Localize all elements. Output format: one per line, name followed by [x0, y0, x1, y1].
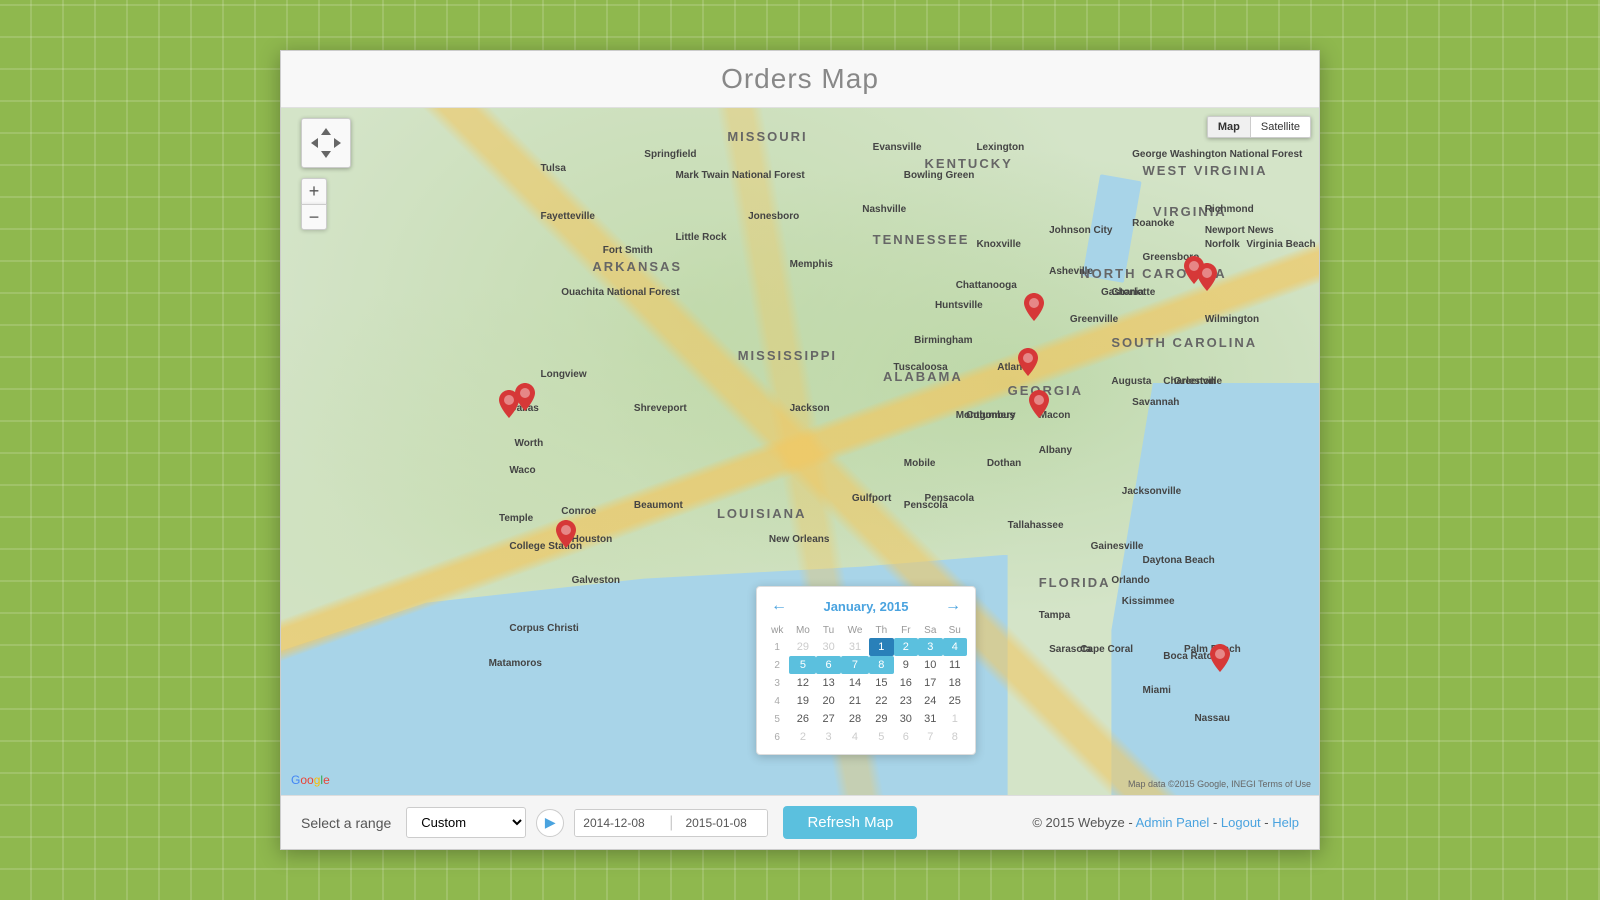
cal-day[interactable]: 29: [789, 638, 816, 656]
nav-arrows: [311, 128, 341, 158]
cal-day[interactable]: 7: [918, 728, 942, 746]
cal-day[interactable]: 5: [869, 728, 893, 746]
cal-day[interactable]: 21: [841, 692, 869, 710]
cal-week-num: 1: [765, 638, 789, 656]
map-area[interactable]: ARKANSASMISSISSIPPITENNESSEEALABAMAGEORG…: [281, 108, 1319, 795]
bottom-toolbar: Select a range CustomTodayLast 7 DaysLas…: [281, 795, 1319, 849]
nav-up-arrow[interactable]: [321, 128, 331, 135]
cal-day[interactable]: 23: [894, 692, 918, 710]
cal-day[interactable]: 3: [816, 728, 840, 746]
footer-sep1: -: [1213, 815, 1221, 830]
cal-week-num: 6: [765, 728, 789, 746]
map-pin-pin9[interactable]: [1210, 644, 1230, 672]
logout-link[interactable]: Logout: [1221, 815, 1261, 830]
cal-week-num: 5: [765, 710, 789, 728]
cal-day[interactable]: 2: [894, 638, 918, 656]
cal-day[interactable]: 1: [943, 710, 968, 728]
map-pin-pin3[interactable]: [556, 520, 576, 548]
cal-day[interactable]: 4: [841, 728, 869, 746]
map-pin-pin7[interactable]: [1018, 348, 1038, 376]
nav-right-arrow[interactable]: [334, 138, 341, 148]
cal-day[interactable]: 17: [918, 674, 942, 692]
page-title: Orders Map: [301, 63, 1299, 95]
map-type-map-button[interactable]: Map: [1208, 117, 1250, 137]
cal-day[interactable]: 5: [789, 656, 816, 674]
cal-day[interactable]: 14: [841, 674, 869, 692]
cal-day[interactable]: 27: [816, 710, 840, 728]
range-arrow-button[interactable]: ▶: [536, 809, 564, 837]
cal-day[interactable]: 31: [841, 638, 869, 656]
google-logo: Google: [291, 773, 330, 787]
map-type-satellite-button[interactable]: Satellite: [1250, 117, 1310, 137]
cal-day[interactable]: 28: [841, 710, 869, 728]
cal-day[interactable]: 31: [918, 710, 942, 728]
refresh-map-button[interactable]: Refresh Map: [783, 806, 917, 839]
cal-day[interactable]: 4: [943, 638, 968, 656]
cal-day[interactable]: 7: [841, 656, 869, 674]
cal-day[interactable]: 11: [943, 656, 968, 674]
cal-day[interactable]: 25: [943, 692, 968, 710]
calendar-overlay: ← January, 2015 → wkMoTuWeThFrSaSu129303…: [756, 586, 976, 755]
cal-day[interactable]: 22: [869, 692, 893, 710]
calendar-table: wkMoTuWeThFrSaSu129303112342567891011312…: [765, 623, 967, 746]
map-pin-pin2[interactable]: [515, 383, 535, 411]
range-select[interactable]: CustomTodayLast 7 DaysLast 30 DaysThis M…: [406, 807, 526, 838]
cal-day[interactable]: 6: [894, 728, 918, 746]
date-separator: |: [665, 814, 677, 832]
map-pin-pin4[interactable]: [1024, 293, 1044, 321]
map-nav-control[interactable]: [301, 118, 351, 168]
nav-left-arrow[interactable]: [311, 138, 318, 148]
cal-day[interactable]: 8: [943, 728, 968, 746]
map-credits: Map data ©2015 Google, INEGI Terms of Us…: [1128, 779, 1311, 789]
cal-day[interactable]: 30: [816, 638, 840, 656]
date-start-input[interactable]: [575, 810, 665, 836]
select-range-label: Select a range: [301, 815, 391, 831]
calendar-header: ← January, 2015 →: [765, 595, 967, 617]
cal-day[interactable]: 15: [869, 674, 893, 692]
map-pin-pin8[interactable]: [1029, 390, 1049, 418]
cal-day[interactable]: 18: [943, 674, 968, 692]
cal-day[interactable]: 26: [789, 710, 816, 728]
zoom-in-button[interactable]: +: [301, 178, 327, 204]
cal-day[interactable]: 19: [789, 692, 816, 710]
help-link[interactable]: Help: [1272, 815, 1299, 830]
cal-day[interactable]: 9: [894, 656, 918, 674]
admin-panel-link[interactable]: Admin Panel: [1136, 815, 1210, 830]
cal-day[interactable]: 29: [869, 710, 893, 728]
cal-day[interactable]: 16: [894, 674, 918, 692]
calendar-month-title: January, 2015: [823, 599, 908, 614]
map-type-control: Map Satellite: [1207, 116, 1311, 138]
footer-copyright: © 2015 Webyze -: [1032, 815, 1135, 830]
cal-day[interactable]: 8: [869, 656, 893, 674]
cal-day[interactable]: 30: [894, 710, 918, 728]
date-end-input[interactable]: [677, 810, 767, 836]
footer-links: © 2015 Webyze - Admin Panel - Logout - H…: [1032, 815, 1299, 830]
calendar-prev-button[interactable]: ←: [765, 595, 793, 617]
cal-day[interactable]: 6: [816, 656, 840, 674]
cal-day[interactable]: 3: [918, 638, 942, 656]
map-pin-pin6[interactable]: [1197, 263, 1217, 291]
cal-day[interactable]: 12: [789, 674, 816, 692]
cal-day[interactable]: 24: [918, 692, 942, 710]
title-bar: Orders Map: [281, 51, 1319, 108]
date-range-inputs: |: [574, 809, 768, 837]
cal-day[interactable]: 1: [869, 638, 893, 656]
cal-day[interactable]: 13: [816, 674, 840, 692]
cal-day[interactable]: 2: [789, 728, 816, 746]
cal-day[interactable]: 20: [816, 692, 840, 710]
calendar-next-button[interactable]: →: [939, 595, 967, 617]
cal-week-num: 4: [765, 692, 789, 710]
cal-week-num: 3: [765, 674, 789, 692]
zoom-controls: + −: [301, 178, 327, 230]
cal-week-num: 2: [765, 656, 789, 674]
nav-down-arrow[interactable]: [321, 151, 331, 158]
main-container: Orders Map ARKANSASMISSISSIPPITENNESSEEA…: [280, 50, 1320, 850]
zoom-out-button[interactable]: −: [301, 204, 327, 230]
cal-day[interactable]: 10: [918, 656, 942, 674]
